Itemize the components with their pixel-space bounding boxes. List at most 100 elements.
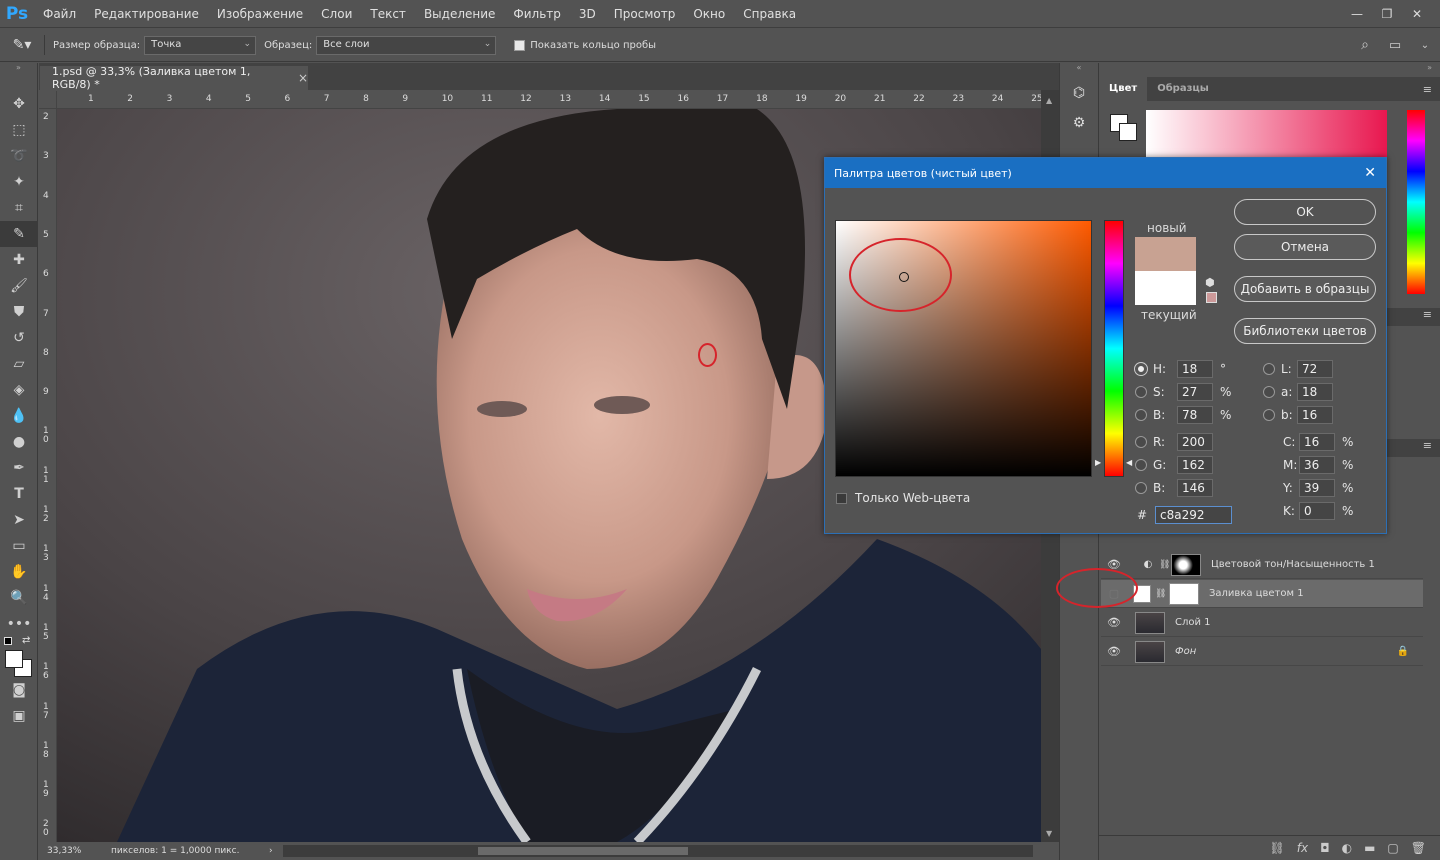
current-color-swatch[interactable] <box>1135 271 1196 305</box>
zoom-level[interactable]: 33,33% <box>39 846 99 856</box>
layer-mask-thumbnail[interactable] <box>1171 553 1201 576</box>
workspace-icon[interactable]: ▭ <box>1380 38 1410 53</box>
default-colors-icon[interactable] <box>4 637 12 645</box>
layer-row[interactable]: 👁 ◐ ⛓ Цветовой тон/Насыщенность 1 <box>1101 551 1423 579</box>
add-mask-icon[interactable]: ◘ <box>1320 841 1330 855</box>
hue-slider[interactable] <box>1104 220 1124 477</box>
magenta-input[interactable]: 36 <box>1299 456 1335 474</box>
horizontal-scrollbar[interactable] <box>282 845 1033 857</box>
document-tab[interactable]: 1.psd @ 33,3% (Заливка цветом 1, RGB/8) … <box>40 65 308 91</box>
web-safe-swatch[interactable] <box>1206 292 1217 303</box>
menu-item[interactable]: Выделение <box>415 0 504 28</box>
menu-item[interactable]: Слои <box>312 0 361 28</box>
type-tool-icon[interactable]: T <box>0 481 38 507</box>
ruler-origin[interactable] <box>39 91 57 109</box>
add-to-swatches-button[interactable]: Добавить в образцы <box>1234 276 1376 302</box>
menu-item[interactable]: Текст <box>361 0 415 28</box>
crop-tool-icon[interactable]: ⌗ <box>0 195 38 221</box>
web-only-label[interactable]: Только Web-цвета <box>855 491 970 505</box>
green-radio[interactable] <box>1135 459 1147 471</box>
lab-a-input[interactable]: 18 <box>1297 383 1333 401</box>
move-tool-icon[interactable]: ✥ <box>0 91 38 117</box>
magic-wand-tool-icon[interactable]: ✦ <box>0 169 38 195</box>
green-input[interactable]: 162 <box>1177 456 1213 474</box>
delete-layer-icon[interactable]: 🗑 <box>1411 841 1426 855</box>
color-libraries-button[interactable]: Библиотеки цветов <box>1234 318 1376 344</box>
layer-name[interactable]: Фон <box>1175 646 1196 657</box>
brightness-radio[interactable] <box>1135 409 1147 421</box>
pen-tool-icon[interactable]: ✒ <box>0 455 38 481</box>
zoom-tool-icon[interactable]: 🔍 <box>0 585 38 611</box>
saturation-input[interactable]: 27 <box>1177 383 1213 401</box>
sample-select[interactable]: Все слои ⌄ <box>316 35 497 55</box>
close-window-button[interactable]: ✕ <box>1402 3 1432 25</box>
visibility-eye-icon[interactable]: 👁 <box>1101 616 1127 629</box>
layer-name[interactable]: Слой 1 <box>1175 617 1211 628</box>
collapse-icon[interactable]: « <box>1060 63 1098 75</box>
adjustment-layer-icon[interactable]: ◐ <box>1342 841 1352 855</box>
saturation-radio[interactable] <box>1135 386 1147 398</box>
layer-name[interactable]: Цветовой тон/Насыщенность 1 <box>1211 559 1375 570</box>
sample-size-select[interactable]: Точка ⌄ <box>144 35 257 55</box>
close-tab-icon[interactable]: × <box>298 71 308 85</box>
search-icon[interactable]: ⌕ <box>1350 37 1380 53</box>
tab-color[interactable]: Цвет <box>1099 77 1148 101</box>
yellow-input[interactable]: 39 <box>1299 479 1335 497</box>
menu-item[interactable]: Просмотр <box>605 0 685 28</box>
layer-row[interactable]: 👁 Фон 🔒 <box>1101 638 1423 666</box>
layer-name[interactable]: Заливка цветом 1 <box>1209 588 1304 599</box>
visibility-eye-icon[interactable]: 👁 <box>1101 645 1127 658</box>
collapse-icon[interactable]: » <box>1099 63 1440 77</box>
ok-button[interactable]: OK <box>1234 199 1376 225</box>
dodge-tool-icon[interactable]: ● <box>0 429 38 455</box>
layer-thumbnail[interactable] <box>1135 640 1165 663</box>
new-layer-icon[interactable]: ▢ <box>1387 841 1398 855</box>
paint-bucket-tool-icon[interactable]: ◈ <box>0 377 38 403</box>
eyedropper-preset-icon[interactable]: ✎▾ <box>0 37 44 53</box>
panel-menu-icon[interactable]: ≡ <box>1423 439 1432 452</box>
blue-radio[interactable] <box>1135 482 1147 494</box>
layer-mask-thumbnail[interactable] <box>1169 582 1199 605</box>
web-only-checkbox[interactable] <box>836 492 847 504</box>
new-group-icon[interactable]: ▬ <box>1364 841 1375 855</box>
status-menu-icon[interactable]: › <box>269 846 273 856</box>
lab-l-input[interactable]: 72 <box>1297 360 1333 378</box>
layer-style-icon[interactable]: fx <box>1297 841 1308 855</box>
cyan-input[interactable]: 16 <box>1299 433 1335 451</box>
menu-item[interactable]: Редактирование <box>85 0 208 28</box>
show-ring-checkbox[interactable] <box>514 39 526 51</box>
layer-row[interactable]: 👁 Слой 1 <box>1101 609 1423 637</box>
color-panel-hue-bar[interactable] <box>1407 110 1425 294</box>
black-input[interactable]: 0 <box>1299 502 1335 520</box>
lasso-tool-icon[interactable]: ➰ <box>0 143 38 169</box>
brush-tool-icon[interactable]: 🖌 <box>0 273 38 299</box>
lab-b-radio[interactable] <box>1263 409 1275 421</box>
eyedropper-tool-icon[interactable]: ✎ <box>0 221 38 247</box>
color-panel-spectrum[interactable] <box>1146 110 1387 163</box>
link-layers-icon[interactable]: ⛓ <box>1270 841 1285 855</box>
panel-menu-icon[interactable]: ≡ <box>1423 308 1432 321</box>
red-input[interactable]: 200 <box>1177 433 1213 451</box>
healing-brush-tool-icon[interactable]: ✚ <box>0 247 38 273</box>
red-radio[interactable] <box>1135 436 1147 448</box>
hue-radio[interactable] <box>1135 363 1147 375</box>
brightness-input[interactable]: 78 <box>1177 406 1213 424</box>
workspace-menu-icon[interactable]: ⌄ <box>1410 40 1440 51</box>
cancel-button[interactable]: Отмена <box>1234 234 1376 260</box>
blue-input[interactable]: 146 <box>1177 479 1213 497</box>
quick-mask-icon[interactable]: ◙ <box>0 677 38 703</box>
hue-slider-handle-left[interactable]: ▶ <box>1095 458 1101 467</box>
out-of-gamut-cube-icon[interactable]: ⬢ <box>1205 276 1215 289</box>
swap-colors-icon[interactable]: ⇄ <box>22 635 30 646</box>
minimize-button[interactable]: — <box>1342 3 1372 25</box>
tab-swatches[interactable]: Образцы <box>1147 77 1219 101</box>
history-brush-tool-icon[interactable]: ↺ <box>0 325 38 351</box>
menu-item[interactable]: Справка <box>734 0 805 28</box>
screen-mode-icon[interactable]: ▣ <box>0 703 38 729</box>
lab-a-radio[interactable] <box>1263 386 1275 398</box>
properties-icon[interactable]: ⚙ <box>1060 115 1098 145</box>
menu-item[interactable]: 3D <box>570 0 605 28</box>
lab-b-input[interactable]: 16 <box>1297 406 1333 424</box>
path-selection-tool-icon[interactable]: ➤ <box>0 507 38 533</box>
lab-l-radio[interactable] <box>1263 363 1275 375</box>
